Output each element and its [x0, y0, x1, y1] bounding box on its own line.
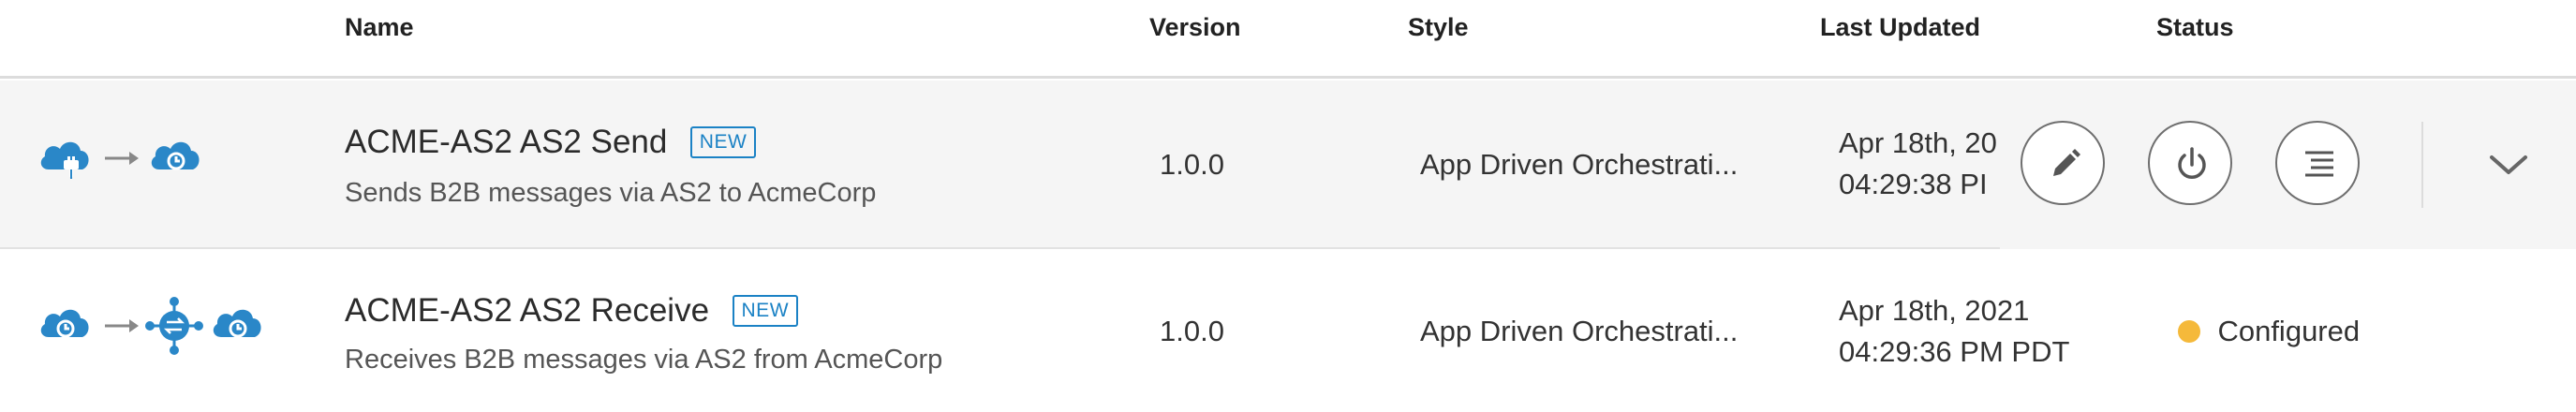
last-updated-cell: Apr 18th, 2021 04:29:36 PM PDT [1839, 290, 2069, 373]
updated-date: Apr 18th, 20 [1839, 126, 1997, 159]
more-actions-button[interactable] [2275, 121, 2360, 205]
style-cell: App Driven Orchestrati... [1420, 148, 1739, 181]
integration-name-line: ACME-AS2 AS2 Send NEW [345, 124, 757, 161]
table-row[interactable]: ACME-AS2 AS2 Send NEW Sends B2B messages… [0, 81, 2576, 249]
column-header-last-updated[interactable]: Last Updated [1820, 13, 1980, 42]
integration-description: Receives B2B messages via AS2 from AcmeC… [345, 345, 943, 375]
arrow-right-icon [105, 152, 139, 165]
integration-description: Sends B2B messages via AS2 to AcmeCorp [345, 178, 877, 208]
activate-button[interactable] [2148, 121, 2232, 205]
orchestration-hub-icon [145, 297, 203, 355]
integration-flow-diagram [37, 297, 262, 365]
new-badge: NEW [732, 295, 799, 327]
column-header-status[interactable]: Status [2156, 13, 2234, 42]
status-label: Configured [2217, 315, 2361, 347]
arrow-right-icon [105, 319, 139, 332]
integration-name[interactable]: ACME-AS2 AS2 Receive [345, 292, 709, 329]
pencil-icon [2053, 149, 2080, 176]
last-updated-cell: Apr 18th, 20 04:29:38 PI [1839, 123, 1998, 205]
status-cell: Configured [2178, 315, 2360, 348]
integration-name[interactable]: ACME-AS2 AS2 Send [345, 124, 667, 160]
integration-name-line: ACME-AS2 AS2 Receive NEW [345, 292, 799, 330]
integration-flow-diagram [37, 132, 262, 198]
column-header-version[interactable]: Version [1149, 13, 1241, 42]
updated-time: 04:29:36 PM PDT [1839, 335, 2070, 368]
power-icon [2178, 147, 2206, 179]
style-cell: App Driven Orchestrati... [1420, 315, 1739, 347]
cloud-integration-icon [40, 309, 89, 338]
chevron-down-icon[interactable] [2482, 139, 2535, 191]
row-actions [2000, 81, 2576, 249]
column-header-style[interactable]: Style [1408, 13, 1469, 42]
column-header-name[interactable]: Name [345, 13, 414, 42]
cloud-integration-icon [151, 141, 200, 170]
new-badge: NEW [689, 126, 757, 158]
version-cell: 1.0.0 [1160, 148, 1224, 181]
status-indicator [2178, 320, 2200, 343]
updated-time: 04:29:38 PI [1839, 168, 1988, 200]
actions-divider [2421, 122, 2423, 208]
integrations-list: Name Version Style Last Updated Status A… [0, 0, 2576, 412]
cloud-integration-icon [213, 309, 261, 338]
table-row[interactable]: ACME-AS2 AS2 Receive NEW Receives B2B me… [0, 251, 2576, 412]
edit-button[interactable] [2021, 121, 2105, 205]
updated-date: Apr 18th, 2021 [1839, 294, 2030, 327]
cloud-plug-icon [40, 141, 89, 179]
table-header: Name Version Style Last Updated Status [0, 0, 2576, 79]
version-cell: 1.0.0 [1160, 315, 1224, 347]
menu-lines-icon [2305, 151, 2333, 177]
